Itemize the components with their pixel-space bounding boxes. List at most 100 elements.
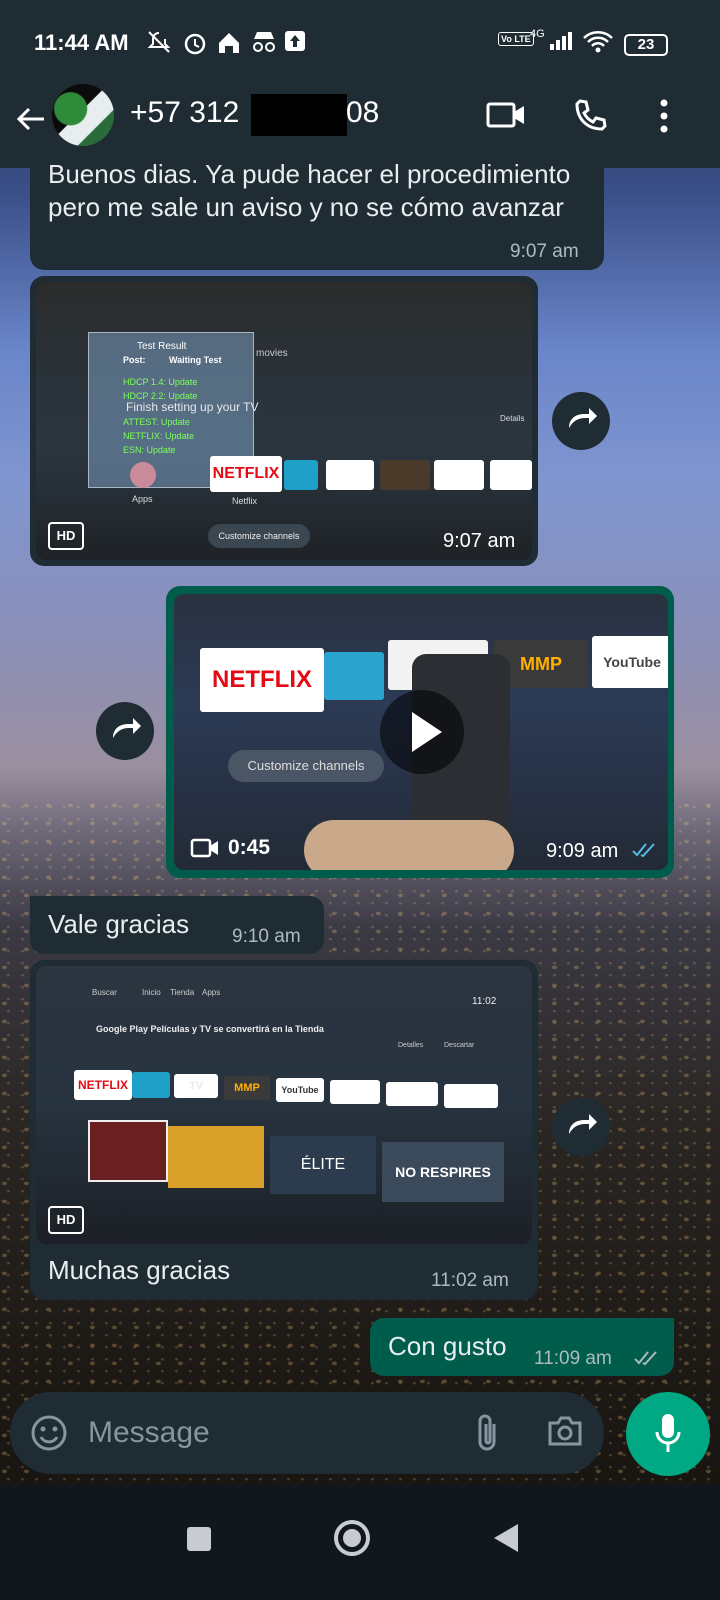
read-receipt-icon (634, 1350, 660, 1371)
details-text: Details (500, 414, 525, 423)
poster (88, 1120, 168, 1182)
hand (304, 820, 514, 870)
tv-tab: Apps (202, 988, 221, 997)
customize-channels-pill: Customize channels (208, 524, 310, 548)
apps-icon (130, 462, 156, 488)
back-arrow-icon[interactable] (14, 102, 54, 142)
signal-icon (548, 30, 574, 58)
contact-number-prefix: +57 312 (130, 96, 240, 129)
tv-dismiss: Descartar (444, 1042, 475, 1049)
tv-clock: 11:02 (472, 996, 497, 1007)
prime-tile (324, 652, 384, 700)
test-row: HDCP 1.4: Update (123, 377, 198, 387)
tv-tile: TV (174, 1074, 218, 1098)
test-row: ESN: Update (123, 445, 176, 455)
camera-icon[interactable] (546, 1414, 584, 1453)
redaction-bar (251, 94, 347, 136)
message-time: 9:09 am (546, 840, 619, 862)
tv-screen-image[interactable]: Test Result Post: Waiting Test HDCP 1.4:… (36, 282, 532, 560)
message-input[interactable]: Message (88, 1416, 210, 1450)
video-camera-icon (190, 836, 220, 865)
voice-call-icon[interactable] (572, 98, 608, 139)
youtube-tile (434, 460, 484, 490)
emoji-icon[interactable] (30, 1414, 68, 1457)
contact-avatar[interactable] (52, 84, 114, 146)
status-bar: 11:44 AM Vo LTE 4G 23 (0, 0, 720, 82)
recents-icon[interactable] (186, 1526, 212, 1557)
youtube-tile: YouTube (592, 636, 668, 688)
netflix-caption: Netflix (232, 496, 258, 506)
alarm-icon (182, 30, 208, 62)
back-nav-icon[interactable] (492, 1522, 520, 1559)
tv-details: Detalles (398, 1042, 424, 1049)
test-row: NETFLIX: Update (123, 431, 195, 441)
prime-tile (132, 1072, 170, 1098)
home-nav-icon[interactable] (332, 1518, 372, 1563)
network-type: 4G (530, 28, 545, 40)
volte-icon: Vo LTE (498, 32, 534, 46)
movies-text: movies (256, 348, 288, 359)
netflix-tile: NETFLIX (200, 648, 324, 712)
contact-number-suffix: 08 (346, 96, 380, 129)
tv-home-image[interactable]: Buscar Inicio Tienda Apps 11:02 Google P… (36, 966, 532, 1244)
forward-icon[interactable] (552, 1098, 610, 1156)
message-text: Vale gracias (48, 909, 190, 939)
contact-name[interactable]: +57 312 (130, 96, 239, 130)
message-text: Con gusto (388, 1331, 507, 1361)
battery-icon: 23 (624, 32, 668, 56)
tv-tab: Inicio (142, 988, 161, 997)
test-result-title: Test Result (137, 341, 187, 352)
apps-label: Apps (132, 494, 153, 504)
netflix-tile: NETFLIX (210, 456, 282, 492)
message-time: 9:10 am (232, 926, 301, 947)
incognito-icon (250, 30, 278, 60)
tv-banner: Google Play Películas y TV se convertirá… (96, 1024, 324, 1034)
status-time: 11:44 AM (34, 30, 129, 55)
test-row: ATTEST: Update (123, 417, 190, 427)
hd-badge: HD (48, 1206, 84, 1234)
poster-elite: ÉLITE (270, 1136, 376, 1194)
forward-icon[interactable] (96, 702, 154, 760)
message-time: 11:09 am (534, 1348, 612, 1369)
upload-icon (284, 30, 306, 58)
voice-record-button[interactable] (626, 1392, 710, 1476)
port-value: Waiting Test (169, 355, 222, 365)
port-label: Post: (123, 355, 146, 365)
image-caption: Muchas gracias (48, 1255, 231, 1285)
youtube-music-tile (386, 1082, 438, 1106)
play-button[interactable] (380, 690, 464, 774)
home-icon (216, 30, 242, 62)
poster-no-respires: NO RESPIRES (382, 1142, 504, 1202)
google-play-tile (490, 460, 532, 490)
customize-channels-pill: Customize channels (228, 750, 384, 782)
message-composer: Message (10, 1392, 604, 1474)
play-store-tile (444, 1084, 498, 1108)
tv-tab: Tienda (170, 988, 195, 997)
attach-icon[interactable] (472, 1412, 502, 1459)
finish-setup-text: Finish setting up your TV (126, 400, 259, 414)
read-receipt-icon (632, 842, 658, 863)
video-duration: 0:45 (228, 836, 271, 859)
wifi-icon (582, 30, 614, 60)
system-nav-bar (0, 1484, 720, 1600)
tv-tile (326, 460, 374, 490)
battery-level: 23 (624, 34, 668, 56)
message-time: 9:07 am (443, 530, 516, 552)
netflix-tile: NETFLIX (74, 1070, 132, 1100)
message-text: Buenos dias. Ya pude hacer el procedimie… (48, 159, 571, 222)
hd-badge: HD (48, 522, 84, 550)
youtube-tile: YouTube (276, 1078, 324, 1102)
google-play-tile (330, 1080, 380, 1104)
microphone-icon (654, 1412, 682, 1461)
message-time: 9:07 am (510, 241, 579, 262)
mute-icon (146, 30, 172, 60)
video-call-icon[interactable] (486, 98, 526, 137)
mmp-tile (380, 460, 430, 490)
message-time: 11:02 am (431, 1270, 509, 1291)
poster (168, 1126, 264, 1188)
mmp-tile: MMP (224, 1076, 270, 1100)
forward-icon[interactable] (552, 392, 610, 450)
prime-tile (284, 460, 318, 490)
more-options-icon[interactable] (658, 98, 670, 139)
tv-tab: Buscar (92, 988, 117, 997)
